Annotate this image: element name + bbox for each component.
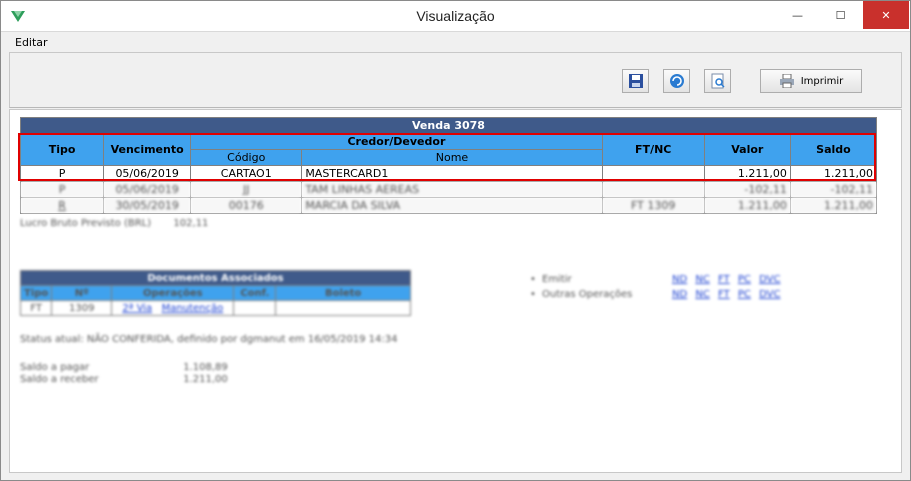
col-nome: Nome <box>301 149 603 166</box>
row-ft-nc <box>601 165 705 182</box>
saldo-pagar-label: Saldo a pagar <box>20 362 90 373</box>
emitir-nc-link[interactable]: NC <box>695 274 709 285</box>
row-ft-nc <box>601 181 705 198</box>
segunda-via-link[interactable]: 2ª Via <box>122 303 152 314</box>
docs-col-boleto: Boleto <box>275 285 411 301</box>
row-saldo: -102,11 <box>789 181 878 198</box>
emitir-line: • Emitir ND NC FT PC DVC <box>530 272 785 287</box>
print-preview-icon <box>711 73 725 89</box>
window-title: Visualização <box>416 8 495 24</box>
row-ft-nc: FT 1309 <box>601 197 705 214</box>
row-codigo: CARTAO1 <box>190 165 303 182</box>
row-nome: TAM LINHAS AEREAS <box>301 181 603 198</box>
row-codigo: JJ <box>190 181 303 198</box>
toolbar: Imprimir <box>9 52 902 108</box>
save-icon <box>628 74 643 88</box>
maximize-icon: ☐ <box>835 8 846 22</box>
docs-col-conf: Conf. <box>233 285 277 301</box>
outras-nd-link[interactable]: ND <box>672 289 687 300</box>
preview-window: Visualização — ☐ ✕ Editar Imprimir Venda… <box>0 0 911 481</box>
print-button[interactable]: Imprimir <box>760 69 862 93</box>
emitir-pc-link[interactable]: PC <box>738 274 751 285</box>
docs-row-numero: 1309 <box>51 300 113 316</box>
minimize-icon: — <box>792 8 803 22</box>
row-valor: 1.211,00 <box>703 165 791 182</box>
outras-operacoes-label: Outras Operações <box>542 289 633 300</box>
saldos-summary: Saldo a pagar 1.108,89 Saldo a receber 1… <box>20 362 228 386</box>
documentos-title: Documentos Associados <box>20 270 411 286</box>
bullet-icon: • <box>530 289 536 300</box>
emitir-label: Emitir <box>542 274 572 285</box>
venda-table: Venda 3078 Tipo Vencimento Credor/Devedo… <box>19 117 878 214</box>
menu-edit[interactable]: Editar <box>15 36 48 49</box>
col-tipo: Tipo <box>19 133 105 166</box>
preview-button[interactable] <box>704 69 731 93</box>
lucro-label: Lucro Bruto Previsto (BRL) <box>20 218 152 229</box>
emitir-ft-link[interactable]: FT <box>718 274 730 285</box>
maximize-button[interactable]: ☐ <box>819 1 862 29</box>
emitir-nd-link[interactable]: ND <box>672 274 687 285</box>
operacoes-panel: • Emitir ND NC FT PC DVC • Outras Operaç… <box>530 272 785 302</box>
table-row[interactable]: P 05/06/2019 JJ TAM LINHAS AEREAS -102,1… <box>19 181 878 198</box>
outras-pc-link[interactable]: PC <box>738 289 751 300</box>
row-vencimento: 30/05/2019 <box>103 197 192 214</box>
printer-icon <box>779 74 794 88</box>
docs-row-operacoes: 2ª Via Manutenção <box>111 300 235 316</box>
venda-title: Venda 3078 <box>20 117 877 134</box>
row-nome: MASTERCARD1 <box>301 165 603 182</box>
docs-row-boleto <box>275 300 411 316</box>
docs-col-tipo: Tipo <box>19 285 53 301</box>
outras-ft-link[interactable]: FT <box>718 289 730 300</box>
table-row[interactable]: R 30/05/2019 00176 MARCIA DA SILVA FT 13… <box>19 197 878 214</box>
docs-row-conf <box>233 300 277 316</box>
close-button[interactable]: ✕ <box>863 1 909 29</box>
row-tipo-link[interactable]: P <box>19 181 105 198</box>
outras-dvc-link[interactable]: DVC <box>759 289 780 300</box>
title-bar[interactable]: Visualização — ☐ ✕ <box>1 1 910 31</box>
row-saldo: 1.211,00 <box>789 197 878 214</box>
col-codigo: Código <box>190 149 303 166</box>
row-nome: MARCIA DA SILVA <box>301 197 603 214</box>
row-tipo-link[interactable]: R <box>19 197 105 214</box>
outras-operacoes-line: • Outras Operações ND NC FT PC DVC <box>530 287 785 302</box>
refresh-button[interactable] <box>663 69 690 93</box>
documentos-table: Documentos Associados Tipo Nº Operações … <box>19 270 411 316</box>
row-tipo-link[interactable]: P <box>19 165 105 182</box>
row-valor: 1.211,00 <box>703 197 791 214</box>
emitir-dvc-link[interactable]: DVC <box>759 274 780 285</box>
minimize-button[interactable]: — <box>776 1 819 29</box>
saldo-receber-value: 1.211,00 <box>183 374 228 385</box>
row-saldo: 1.211,00 <box>789 165 878 182</box>
row-vencimento: 05/06/2019 <box>103 181 192 198</box>
col-ft-nc: FT/NC <box>601 133 705 166</box>
col-vencimento: Vencimento <box>103 133 192 166</box>
docs-col-operacoes: Operações <box>111 285 235 301</box>
col-saldo: Saldo <box>789 133 878 166</box>
status-text: Status atual: NÃO CONFERIDA, definido po… <box>20 334 398 345</box>
docs-col-numero: Nº <box>51 285 113 301</box>
row-vencimento: 05/06/2019 <box>103 165 192 182</box>
menu-bar: Editar <box>1 31 910 51</box>
table-row: FT 1309 2ª Via Manutenção <box>19 300 411 316</box>
close-icon: ✕ <box>881 8 891 22</box>
col-credor-devedor: Credor/Devedor <box>190 133 603 150</box>
lucro-value: 102,11 <box>173 218 209 229</box>
row-valor: -102,11 <box>703 181 791 198</box>
saldo-receber-label: Saldo a receber <box>20 374 99 385</box>
saldo-pagar-value: 1.108,89 <box>183 362 228 373</box>
table-row[interactable]: P 05/06/2019 CARTAO1 MASTERCARD1 1.211,0… <box>19 165 878 182</box>
manutencao-link[interactable]: Manutenção <box>162 303 224 314</box>
report-content: Venda 3078 Tipo Vencimento Credor/Devedo… <box>9 109 902 473</box>
outras-nc-link[interactable]: NC <box>695 289 709 300</box>
row-codigo: 00176 <box>190 197 303 214</box>
save-button[interactable] <box>622 69 649 93</box>
col-valor: Valor <box>703 133 791 166</box>
refresh-icon <box>669 74 684 88</box>
print-label: Imprimir <box>800 75 844 87</box>
bullet-icon: • <box>530 274 536 285</box>
docs-row-tipo: FT <box>19 300 53 316</box>
lucro-bruto: Lucro Bruto Previsto (BRL) 102,11 <box>20 218 208 229</box>
